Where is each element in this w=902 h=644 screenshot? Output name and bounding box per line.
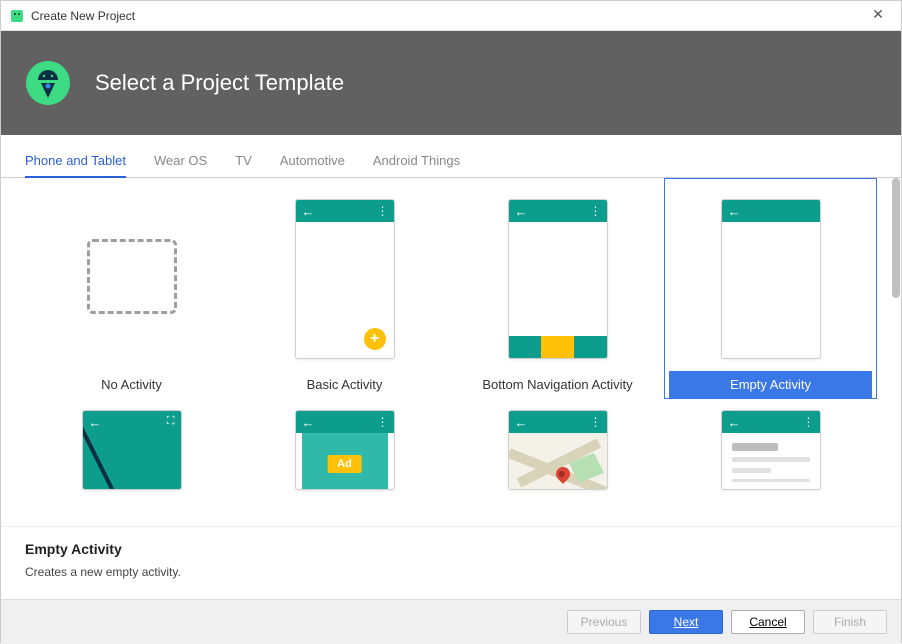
mock-detail-lines	[732, 443, 810, 488]
mock-bottom-nav	[509, 336, 607, 358]
template-thumb: ← ⋮	[508, 199, 608, 359]
template-no-activity[interactable]: No Activity	[25, 178, 238, 399]
template-empty-activity[interactable]: ← Empty Activity	[664, 178, 877, 399]
fab-icon: +	[364, 328, 386, 350]
mock-appbar: ← ⋮	[296, 411, 394, 433]
mock-appbar: ← ⋮	[509, 411, 607, 433]
scrollbar-thumb[interactable]	[892, 178, 900, 298]
overflow-menu-icon: ⋮	[590, 415, 601, 429]
tab-phone-tablet[interactable]: Phone and Tablet	[25, 153, 126, 178]
template-label: Empty Activity	[669, 371, 872, 398]
template-thumb: ← ⋮ +	[295, 199, 395, 359]
device-tabs: Phone and Tablet Wear OS TV Automotive A…	[1, 135, 901, 178]
back-arrow-icon: ←	[728, 415, 741, 430]
mock-appbar: ← ⋮	[722, 411, 820, 433]
overflow-menu-icon: ⋮	[803, 415, 814, 429]
template-thumb: ← ⋮	[508, 410, 608, 490]
overflow-menu-icon: ⋮	[377, 204, 388, 218]
template-thumb: ← ⛶	[82, 410, 182, 490]
back-arrow-icon: ←	[515, 415, 528, 430]
template-thumb	[82, 199, 182, 359]
tab-wear-os[interactable]: Wear OS	[154, 153, 207, 177]
mock-appbar: ←	[722, 200, 820, 222]
mock-appbar: ← ⋮	[509, 200, 607, 222]
template-thumb: ←	[721, 199, 821, 359]
template-description: Empty Activity Creates a new empty activ…	[1, 526, 901, 599]
titlebar: Create New Project ✕	[1, 1, 901, 31]
template-thumb: ← ⋮ Ad	[295, 410, 395, 490]
back-arrow-icon: ←	[302, 415, 315, 430]
template-thumb: ← ⋮	[721, 410, 821, 490]
fullscreen-icon: ⛶	[167, 415, 175, 428]
window-title: Create New Project	[31, 9, 863, 23]
wizard-footer: Previous Next Cancel Finish	[1, 599, 901, 644]
mock-map	[509, 433, 607, 489]
back-arrow-icon: ←	[515, 204, 528, 219]
template-basic-activity[interactable]: ← ⋮ + Basic Activity	[238, 178, 451, 399]
next-button[interactable]: Next	[649, 610, 723, 634]
banner: Select a Project Template	[1, 31, 901, 135]
ad-badge: Ad	[327, 455, 362, 473]
overflow-menu-icon: ⋮	[590, 204, 601, 218]
template-fullscreen[interactable]: ← ⛶	[25, 399, 238, 491]
back-arrow-icon: ←	[302, 204, 315, 219]
page-title: Select a Project Template	[95, 70, 344, 96]
overflow-menu-icon: ⋮	[377, 415, 388, 429]
template-maps[interactable]: ← ⋮	[451, 399, 664, 491]
template-admob[interactable]: ← ⋮ Ad	[238, 399, 451, 491]
android-studio-icon	[9, 8, 25, 24]
description-text: Creates a new empty activity.	[25, 565, 877, 579]
previous-button: Previous	[567, 610, 641, 634]
dashed-placeholder-icon	[87, 239, 177, 314]
tab-tv[interactable]: TV	[235, 153, 252, 177]
content-area: Phone and Tablet Wear OS TV Automotive A…	[1, 135, 901, 599]
close-icon[interactable]: ✕	[863, 6, 893, 26]
cancel-button[interactable]: Cancel	[731, 610, 805, 634]
android-logo-icon	[23, 58, 73, 108]
templates-scroll[interactable]: No Activity ← ⋮ + Basic Activity ← ⋮	[1, 178, 901, 526]
template-label: Basic Activity	[243, 371, 446, 398]
template-label: No Activity	[30, 371, 233, 398]
template-primary-detail[interactable]: ← ⋮	[664, 399, 877, 491]
diagonal-line-icon	[82, 411, 153, 490]
template-label: Bottom Navigation Activity	[456, 371, 659, 398]
overflow-menu-icon	[811, 204, 813, 218]
tab-android-things[interactable]: Android Things	[373, 153, 460, 177]
description-title: Empty Activity	[25, 541, 877, 557]
templates-grid: No Activity ← ⋮ + Basic Activity ← ⋮	[25, 178, 877, 491]
back-arrow-icon: ←	[728, 204, 741, 219]
mock-appbar: ← ⋮	[296, 200, 394, 222]
template-bottom-nav[interactable]: ← ⋮ Bottom Navigation Activity	[451, 178, 664, 399]
finish-button: Finish	[813, 610, 887, 634]
tab-automotive[interactable]: Automotive	[280, 153, 345, 177]
